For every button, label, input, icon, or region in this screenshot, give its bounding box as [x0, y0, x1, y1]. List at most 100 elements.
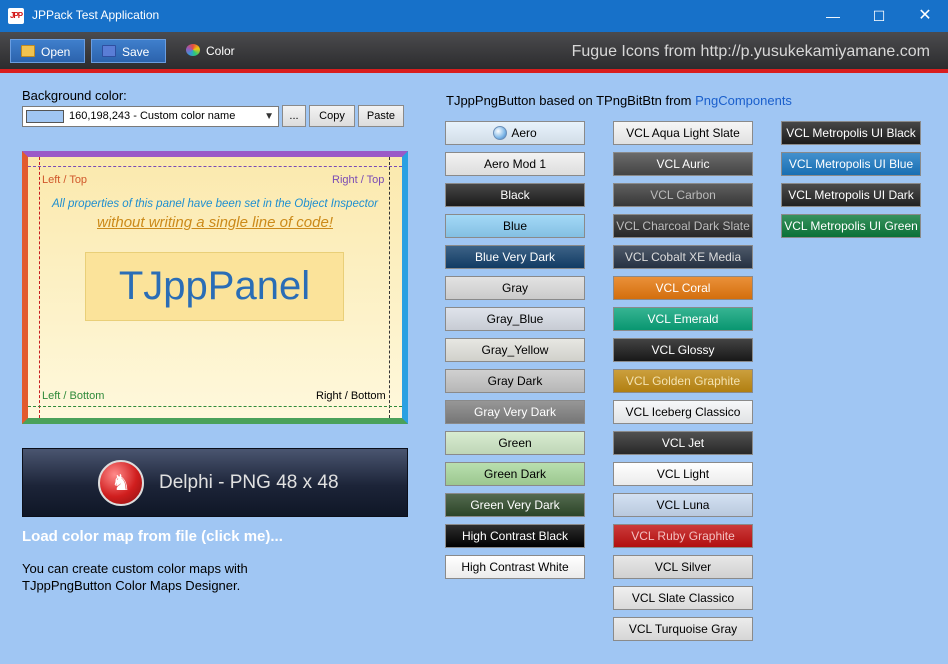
background-color-label: Background color:: [22, 88, 127, 103]
pick-color-button[interactable]: ...: [282, 105, 306, 127]
header-text: TJppPngButton based on TPngBitBtn from: [446, 93, 692, 108]
png-button-label: Gray_Yellow: [481, 343, 549, 357]
png-button-vcl-carbon[interactable]: VCL Carbon: [613, 183, 753, 207]
png-button-vcl-glossy[interactable]: VCL Glossy: [613, 338, 753, 362]
close-button[interactable]: ✕: [902, 0, 948, 32]
floppy-disk-icon: [102, 45, 116, 57]
png-button-label: VCL Metropolis UI Blue: [788, 157, 914, 171]
right-top-label: Right / Top: [332, 174, 385, 186]
png-button-green[interactable]: Green: [445, 431, 585, 455]
delphi-png-button[interactable]: ♞ Delphi - PNG 48 x 48: [22, 448, 408, 517]
png-button-gray-blue[interactable]: Gray_Blue: [445, 307, 585, 331]
png-button-label: Aero Mod 1: [483, 157, 547, 171]
png-button-aero[interactable]: Aero: [445, 121, 585, 145]
png-button-label: Green Dark: [483, 467, 547, 481]
png-button-vcl-silver[interactable]: VCL Silver: [613, 555, 753, 579]
png-button-label: Aero: [511, 126, 537, 140]
maximize-button[interactable]: ☐: [856, 0, 902, 32]
png-button-green-dark[interactable]: Green Dark: [445, 462, 585, 486]
color-button-label: Color: [206, 44, 235, 58]
png-button-vcl-charcoal-dark-slate[interactable]: VCL Charcoal Dark Slate: [613, 214, 753, 238]
png-button-vcl-aqua-light-slate[interactable]: VCL Aqua Light Slate: [613, 121, 753, 145]
png-button-blue[interactable]: Blue: [445, 214, 585, 238]
png-button-label: VCL Metropolis UI Green: [784, 219, 918, 233]
png-button-vcl-emerald[interactable]: VCL Emerald: [613, 307, 753, 331]
png-button-vcl-metropolis-ui-black[interactable]: VCL Metropolis UI Black: [781, 121, 921, 145]
guide-bottom: [28, 406, 402, 407]
png-button-vcl-ruby-graphite[interactable]: VCL Ruby Graphite: [613, 524, 753, 548]
png-button-label: VCL Jet: [661, 436, 705, 450]
aero-globe-icon: [493, 126, 508, 140]
open-button[interactable]: Open: [10, 39, 85, 63]
png-button-gray-yellow[interactable]: Gray_Yellow: [445, 338, 585, 362]
png-button-vcl-iceberg-classico[interactable]: VCL Iceberg Classico: [613, 400, 753, 424]
png-button-label: VCL Cobalt XE Media: [624, 250, 742, 264]
left-top-label: Left / Top: [42, 174, 88, 186]
png-button-label: VCL Glossy: [651, 343, 715, 357]
png-button-vcl-metropolis-ui-green[interactable]: VCL Metropolis UI Green: [781, 214, 921, 238]
guide-right: [389, 157, 390, 418]
panel-info-text: All properties of this panel have been s…: [51, 198, 379, 210]
png-button-label: High Contrast White: [461, 560, 569, 574]
png-button-vcl-turquoise-gray[interactable]: VCL Turquoise Gray: [613, 617, 753, 641]
png-button-label: Blue: [502, 219, 528, 233]
png-button-vcl-slate-classico[interactable]: VCL Slate Classico: [613, 586, 753, 610]
info-line-1: You can create custom color maps with: [22, 561, 248, 576]
png-button-green-very-dark[interactable]: Green Very Dark: [445, 493, 585, 517]
png-button-gray-dark[interactable]: Gray Dark: [445, 369, 585, 393]
open-button-label: Open: [41, 45, 71, 59]
png-button-label: Gray Dark: [487, 374, 543, 388]
png-button-vcl-cobalt-xe-media[interactable]: VCL Cobalt XE Media: [613, 245, 753, 269]
png-button-gray[interactable]: Gray: [445, 276, 585, 300]
png-button-vcl-light[interactable]: VCL Light: [613, 462, 753, 486]
png-button-label: VCL Coral: [655, 281, 711, 295]
png-button-label: VCL Aqua Light Slate: [626, 126, 740, 140]
save-button[interactable]: Save: [91, 39, 166, 63]
combo-value: 160,198,243 - Custom color name: [69, 110, 236, 122]
png-button-label: VCL Ruby Graphite: [631, 529, 735, 543]
png-button-label: Gray_Blue: [486, 312, 544, 326]
png-button-aero-mod-1[interactable]: Aero Mod 1: [445, 152, 585, 176]
png-button-vcl-auric[interactable]: VCL Auric: [613, 152, 753, 176]
png-button-label: VCL Silver: [654, 560, 712, 574]
png-button-label: VCL Metropolis UI Black: [786, 126, 916, 140]
png-button-vcl-luna[interactable]: VCL Luna: [613, 493, 753, 517]
png-button-vcl-metropolis-ui-blue[interactable]: VCL Metropolis UI Blue: [781, 152, 921, 176]
png-button-label: VCL Turquoise Gray: [628, 622, 738, 636]
color-button[interactable]: Color: [184, 39, 244, 63]
minimize-button[interactable]: —: [810, 0, 856, 32]
png-button-label: VCL Metropolis UI Dark: [788, 188, 914, 202]
png-button-label: VCL Slate Classico: [631, 591, 735, 605]
folder-icon: [21, 45, 35, 57]
background-color-combo[interactable]: 160,198,243 - Custom color name ▼: [22, 106, 279, 127]
png-button-gray-very-dark[interactable]: Gray Very Dark: [445, 400, 585, 424]
png-button-label: VCL Charcoal Dark Slate: [616, 219, 750, 233]
credits-text: Fugue Icons from http://p.yusukekamiyama…: [571, 43, 930, 60]
paste-button[interactable]: Paste: [358, 105, 404, 127]
png-button-label: VCL Luna: [656, 498, 710, 512]
color-wheel-icon: [186, 44, 200, 56]
png-button-blue-very-dark[interactable]: Blue Very Dark: [445, 245, 585, 269]
png-button-black[interactable]: Black: [445, 183, 585, 207]
png-button-high-contrast-white[interactable]: High Contrast White: [445, 555, 585, 579]
copy-button[interactable]: Copy: [309, 105, 355, 127]
png-button-label: VCL Golden Graphite: [625, 374, 741, 388]
png-button-label: VCL Light: [656, 467, 710, 481]
load-color-map-link[interactable]: Load color map from file (click me)...: [22, 528, 283, 545]
png-button-label: Gray: [501, 281, 528, 295]
png-button-vcl-coral[interactable]: VCL Coral: [613, 276, 753, 300]
png-button-label: VCL Emerald: [647, 312, 719, 326]
png-button-vcl-golden-graphite[interactable]: VCL Golden Graphite: [613, 369, 753, 393]
png-button-label: High Contrast Black: [461, 529, 569, 543]
png-button-label: VCL Carbon: [650, 188, 716, 202]
color-swatch: [26, 110, 64, 123]
panel-emphasis-text: without writing a single line of code!: [97, 214, 333, 231]
save-button-label: Save: [122, 45, 150, 59]
png-button-vcl-jet[interactable]: VCL Jet: [613, 431, 753, 455]
png-button-high-contrast-black[interactable]: High Contrast Black: [445, 524, 585, 548]
pngcomponents-link[interactable]: PngComponents: [695, 93, 792, 108]
window-title: JPPack Test Application: [32, 8, 160, 22]
info-line-2: TJppPngButton Color Maps Designer.: [22, 578, 241, 593]
demo-panel: Left / Top Right / Top Left / Bottom Rig…: [22, 151, 408, 424]
png-button-vcl-metropolis-ui-dark[interactable]: VCL Metropolis UI Dark: [781, 183, 921, 207]
